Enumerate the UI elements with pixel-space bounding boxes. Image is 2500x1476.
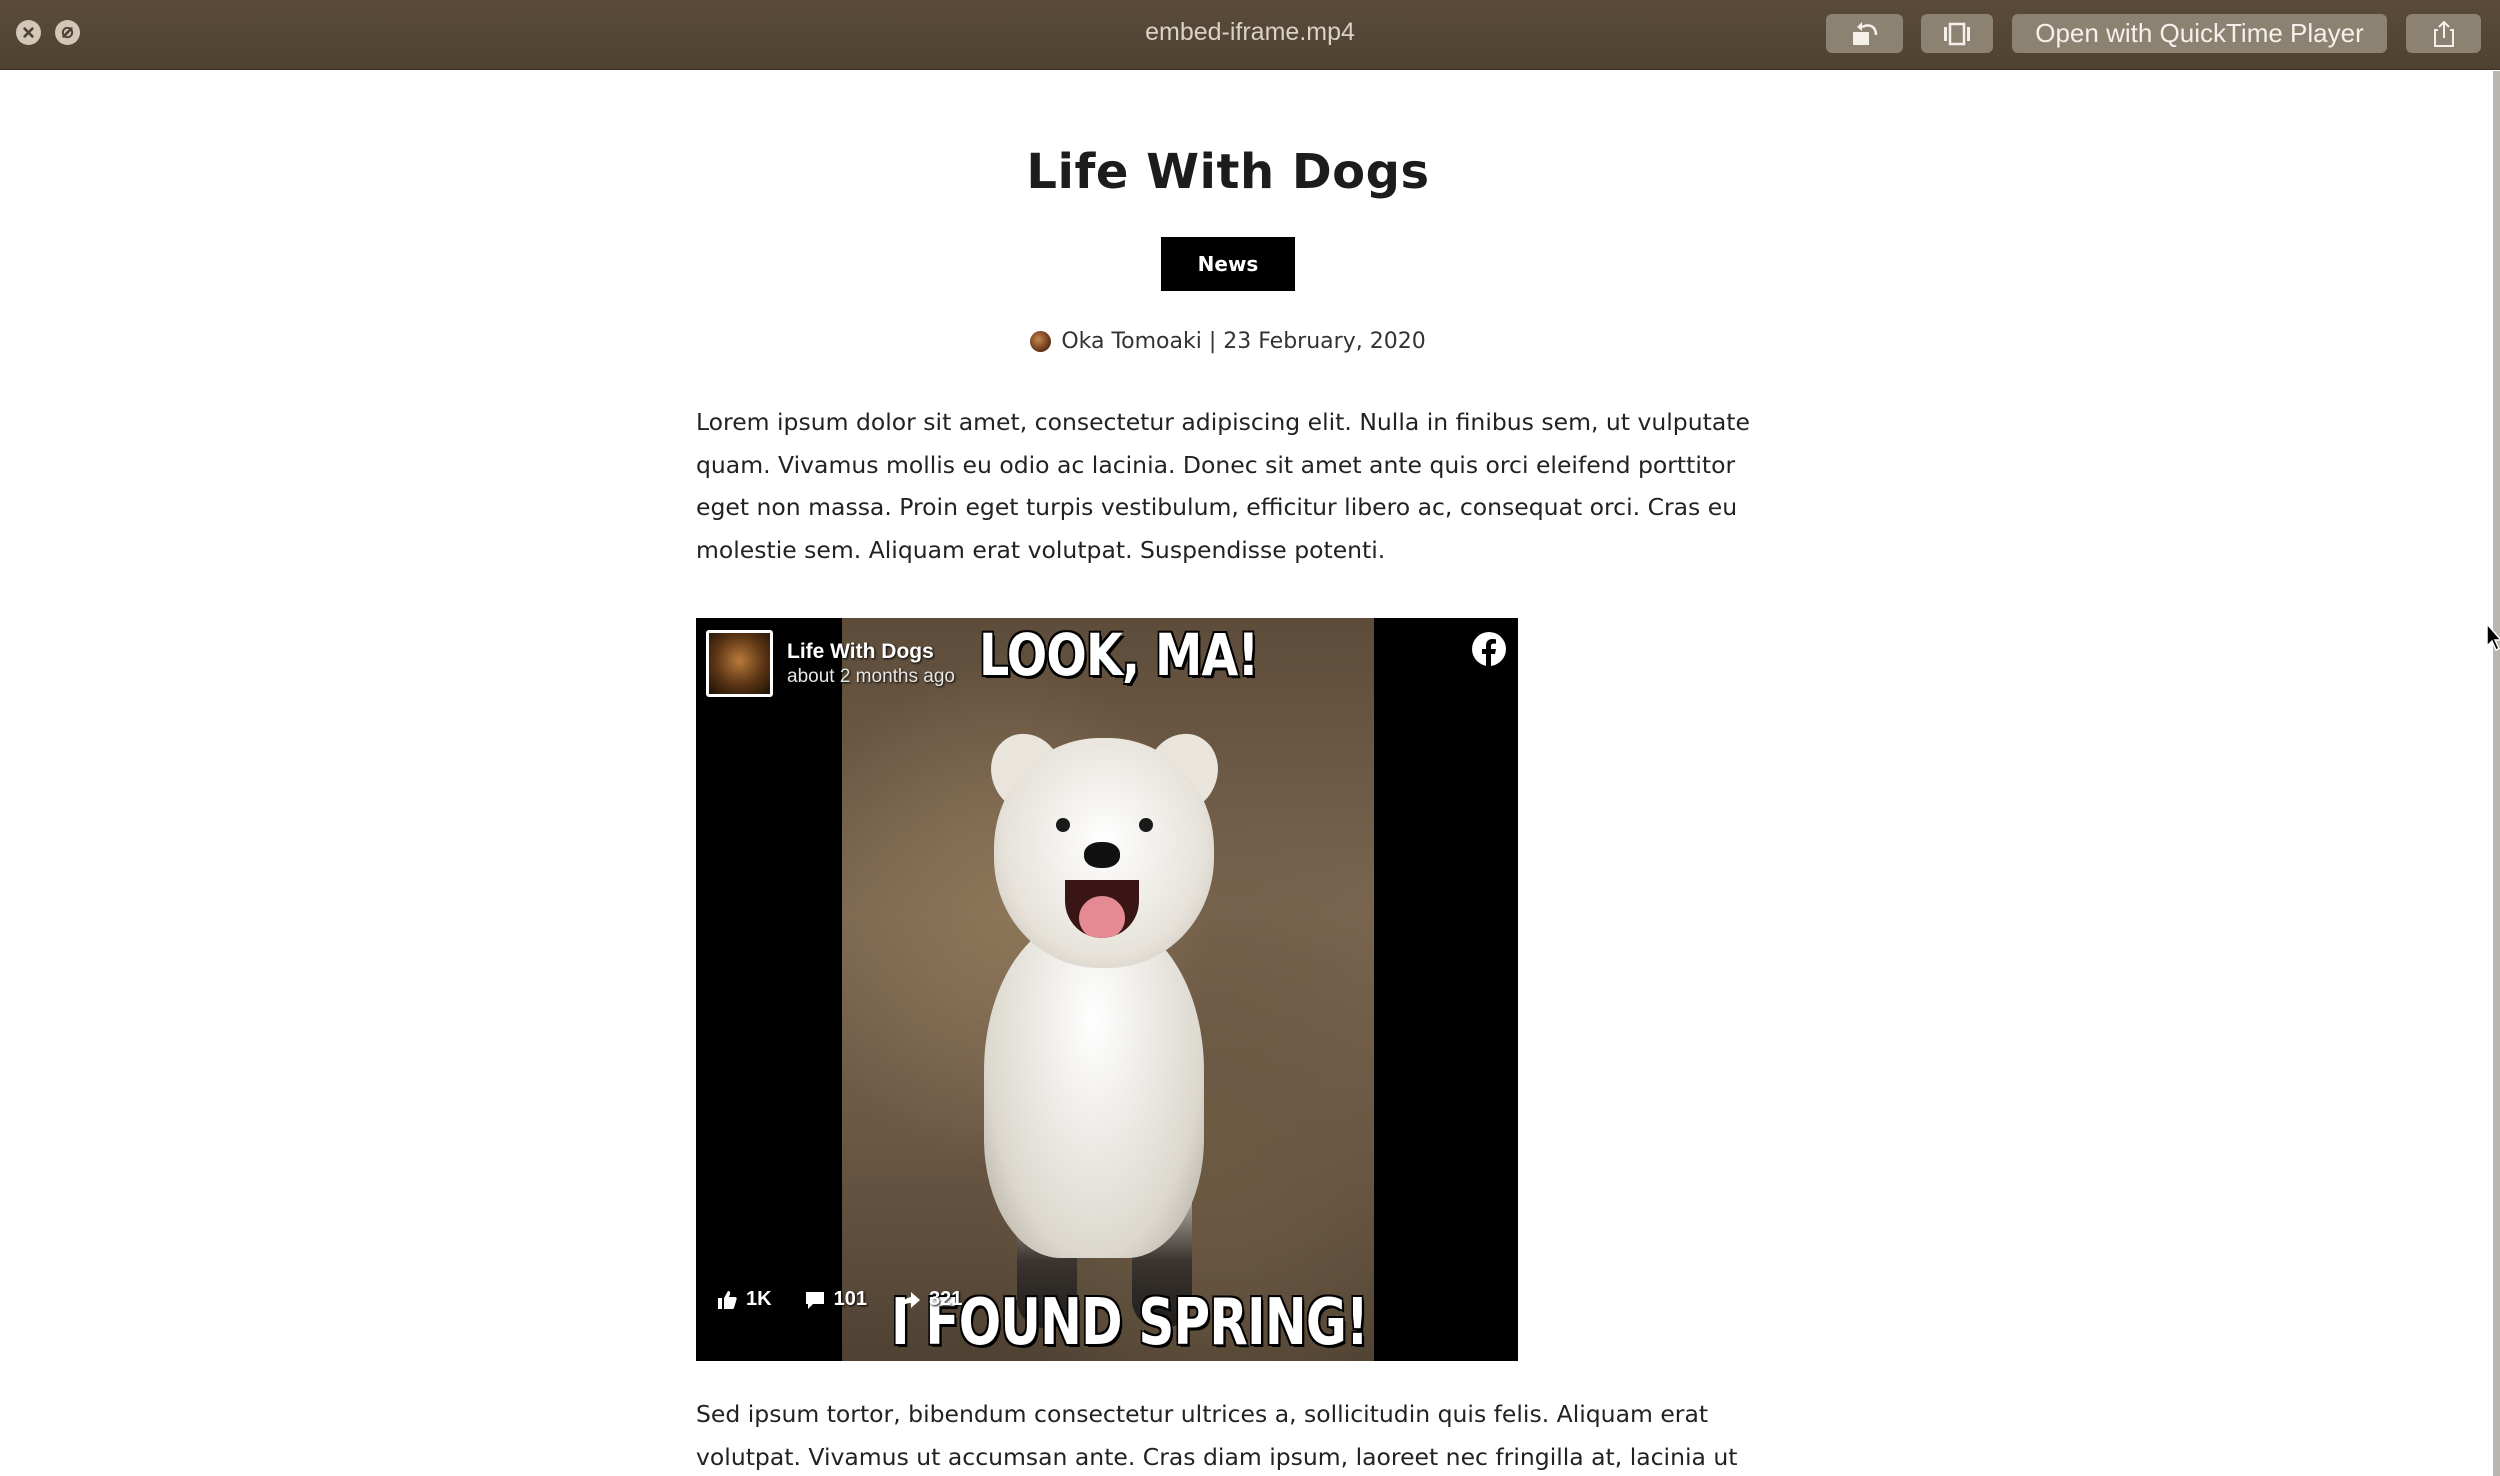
thumbs-up-icon <box>718 1290 737 1309</box>
category-badge[interactable]: News <box>1161 237 1295 291</box>
page-name[interactable]: Life With Dogs <box>787 640 955 664</box>
trim-icon <box>1944 22 1970 45</box>
dog-eye-left <box>1056 818 1070 832</box>
share-button[interactable] <box>2406 14 2481 53</box>
open-with-quicktime-button[interactable]: Open with QuickTime Player <box>2012 14 2387 53</box>
quicklook-titlebar: embed-iframe.mp4 Open with QuickTime Pla… <box>0 0 2500 70</box>
share-icon <box>2433 20 2454 47</box>
post-time[interactable]: about 2 months ago <box>787 666 955 688</box>
dog-nose <box>1084 842 1120 868</box>
rotate-button[interactable] <box>1826 14 1903 53</box>
likes-stat[interactable]: 1K <box>716 1288 772 1311</box>
article-paragraph-2: Sed ipsum tortor, bibendum consectetur u… <box>696 1400 1738 1471</box>
dog-tongue <box>1079 896 1125 938</box>
embed-header: Life With Dogs about 2 months ago <box>706 630 955 697</box>
page-avatar[interactable] <box>706 630 773 697</box>
facebook-video-embed[interactable]: LOOK, MA! I FOUND SPRING! Life With Dogs… <box>696 618 1518 1361</box>
shares-stat[interactable]: 321 <box>899 1288 962 1311</box>
dog-body <box>984 918 1204 1258</box>
embed-stats: 1K 101 321 <box>716 1288 994 1311</box>
rotate-icon <box>1852 21 1877 45</box>
byline: Oka Tomoaki | 23 February, 2020 <box>0 329 2456 354</box>
author-avatar <box>1030 331 1052 352</box>
shares-count: 321 <box>928 1288 963 1310</box>
comments-count: 101 <box>833 1288 867 1310</box>
likes-count: 1K <box>746 1288 772 1310</box>
facebook-logo-icon[interactable] <box>1471 631 1507 667</box>
trim-button[interactable] <box>1921 14 1993 53</box>
window-edge <box>2493 71 2500 1476</box>
comments-stat[interactable]: 101 <box>804 1288 867 1311</box>
dog-photo <box>842 618 1374 1361</box>
comment-icon <box>805 1291 824 1309</box>
document-preview: Life With Dogs News Oka Tomoaki | 23 Feb… <box>0 71 2493 1476</box>
meme-caption-top: LOOK, MA! <box>979 621 1259 689</box>
dog-eye-right <box>1139 818 1153 832</box>
article-paragraph: Lorem ipsum dolor sit amet, consectetur … <box>696 408 1750 564</box>
mouse-pointer-icon <box>2486 622 2500 652</box>
byline-text: Oka Tomoaki | 23 February, 2020 <box>1061 329 1426 354</box>
share-arrow-icon <box>899 1291 920 1309</box>
article-title: Life With Dogs <box>1026 144 1430 200</box>
